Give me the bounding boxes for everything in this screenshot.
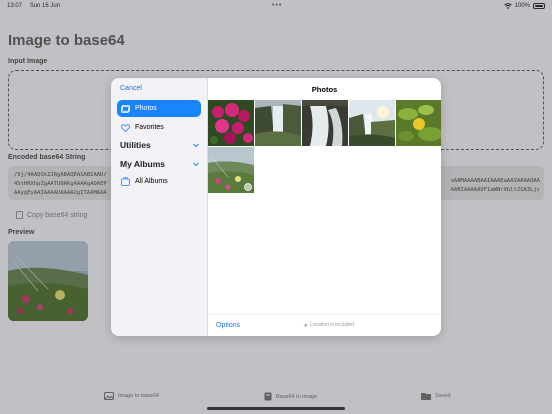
photo-thumbnail[interactable] bbox=[396, 100, 441, 146]
options-button[interactable]: Options bbox=[216, 322, 240, 329]
location-note-label: Location is included bbox=[310, 322, 354, 328]
sidebar-item-label: Photos bbox=[135, 105, 157, 112]
photo-thumbnail[interactable] bbox=[349, 100, 395, 146]
footer-divider bbox=[208, 314, 441, 315]
sidebar-section-utilities[interactable]: Utilities bbox=[120, 140, 200, 150]
photo-grid-area: Photos Options Location is included bbox=[208, 78, 441, 336]
section-title: My Albums bbox=[120, 159, 166, 169]
picker-title: Photos bbox=[311, 85, 338, 94]
photo-picker-modal: Cancel Photos Favorites Utilities My Alb… bbox=[111, 78, 441, 336]
sidebar-section-my-albums[interactable]: My Albums bbox=[120, 159, 200, 169]
location-note: Location is included bbox=[303, 322, 354, 328]
heart-icon bbox=[121, 123, 130, 132]
section-title: Utilities bbox=[120, 140, 151, 150]
photo-thumbnail[interactable] bbox=[255, 100, 301, 146]
sidebar-item-all-albums[interactable]: All Albums bbox=[117, 173, 201, 190]
photo-thumbnail[interactable] bbox=[208, 147, 254, 193]
chevron-down-icon bbox=[193, 162, 199, 167]
home-indicator[interactable] bbox=[207, 407, 345, 410]
sidebar-item-favorites[interactable]: Favorites bbox=[117, 119, 201, 136]
chevron-down-icon bbox=[193, 143, 199, 148]
cancel-button[interactable]: Cancel bbox=[120, 85, 142, 92]
sidebar-item-photos[interactable]: Photos bbox=[117, 100, 201, 117]
location-arrow-icon bbox=[303, 323, 308, 327]
photo-thumbnail[interactable] bbox=[208, 100, 254, 146]
sidebar-item-label: All Albums bbox=[135, 178, 168, 185]
photo-thumbnail[interactable] bbox=[302, 100, 348, 146]
photos-icon bbox=[121, 104, 130, 113]
sidebar-item-label: Favorites bbox=[135, 124, 164, 131]
picker-sidebar: Cancel Photos Favorites Utilities My Alb… bbox=[111, 78, 208, 336]
album-icon bbox=[121, 177, 130, 186]
